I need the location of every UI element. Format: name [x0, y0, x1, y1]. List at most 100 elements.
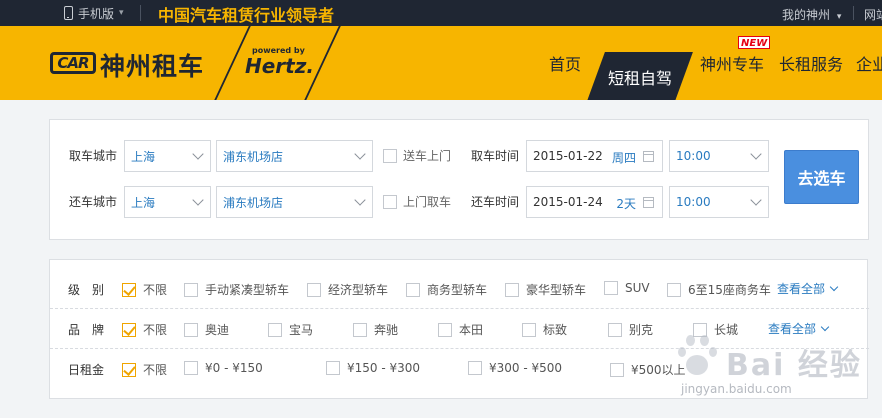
collect-label: 上门取车 — [403, 195, 452, 209]
option-label: SUV — [625, 281, 650, 295]
chevron-down-icon — [192, 148, 204, 160]
rental-duration: 2天 — [616, 197, 636, 211]
checkbox[interactable] — [122, 282, 136, 297]
pickup-time-select[interactable]: 10:00 — [669, 140, 769, 172]
brand-option[interactable]: 奔驰 — [353, 321, 398, 338]
nav-short-rental-label: 短租自驾 — [607, 68, 672, 88]
pickup-time-label: 取车时间 — [471, 149, 520, 163]
logo-name[interactable]: 神州租车 — [100, 47, 204, 83]
return-time-select[interactable]: 10:00 — [669, 186, 769, 218]
mobile-version-link[interactable]: 手机版 ▾ — [64, 4, 124, 22]
calendar-icon[interactable] — [643, 151, 654, 162]
option-label: ¥300 - ¥500 — [489, 361, 563, 375]
my-account-menu[interactable]: 我的神州 ▾ — [782, 6, 841, 23]
row-divider — [50, 308, 869, 309]
price-option[interactable]: ¥500以上 — [610, 361, 686, 378]
option-label: 不限 — [143, 363, 168, 377]
checkbox[interactable] — [184, 322, 198, 337]
checkbox[interactable] — [438, 322, 452, 337]
choose-car-button[interactable]: 去选车 — [784, 150, 859, 204]
return-city-select[interactable]: 上海 — [124, 186, 211, 218]
option-label: 豪华型轿车 — [526, 283, 587, 297]
nav-long-rental[interactable]: 长租服务 — [779, 26, 843, 100]
checkbox[interactable] — [522, 322, 536, 337]
return-date-value: 2015-01-24 — [533, 195, 603, 209]
option-label: 商务型轿车 — [427, 283, 488, 297]
hertz-logo: Hertz. — [245, 54, 314, 78]
checkbox[interactable] — [184, 282, 198, 297]
level-option[interactable]: 6至15座商务车 — [667, 281, 771, 298]
checkbox[interactable] — [122, 362, 136, 377]
price-option[interactable]: ¥150 - ¥300 — [326, 361, 420, 375]
nav-home[interactable]: 首页 — [549, 26, 581, 100]
chevron-down-icon — [829, 282, 839, 292]
pickup-date-input[interactable]: 2015-01-22 周四 — [526, 140, 663, 172]
view-all-label: 查看全部 — [777, 282, 826, 296]
pickup-city-label: 取车城市 — [69, 149, 118, 163]
checkbox[interactable] — [610, 362, 624, 377]
logo-car-mark[interactable]: CAR — [50, 52, 96, 74]
price-option[interactable]: ¥300 - ¥500 — [468, 361, 562, 375]
watermark-url: jingyan.baidu.com — [681, 382, 792, 396]
chevron-down-icon: ▾ — [836, 12, 842, 22]
pickup-date-value: 2015-01-22 — [533, 149, 603, 163]
divider — [140, 5, 141, 21]
nav-short-rental[interactable]: 短租自驾 — [587, 52, 693, 100]
chevron-down-icon — [192, 194, 204, 206]
slogan: 中国汽车租赁行业领导者 — [158, 6, 335, 25]
checkbox[interactable] — [307, 282, 321, 297]
collect-checkbox[interactable] — [383, 195, 397, 209]
option-label: 6至15座商务车 — [688, 283, 771, 297]
checkbox[interactable] — [468, 361, 482, 375]
level-option[interactable]: 不限 — [122, 281, 167, 298]
return-store-select[interactable]: 浦东机场店 — [216, 186, 373, 218]
checkbox[interactable] — [505, 282, 519, 297]
price-option[interactable]: 不限 — [122, 361, 167, 378]
checkbox[interactable] — [184, 361, 198, 375]
baidu-watermark: Bai 经验 jingyan.baidu.com — [676, 330, 882, 400]
level-filter-title: 级 别 — [68, 283, 105, 297]
level-option[interactable]: 经济型轿车 — [307, 281, 388, 298]
checkbox[interactable] — [406, 282, 420, 297]
site-link[interactable]: 网站 — [864, 6, 882, 23]
nav-enterprise[interactable]: 企业 — [856, 26, 882, 100]
checkbox[interactable] — [604, 281, 618, 295]
brand-option[interactable]: 本田 — [438, 321, 483, 338]
checkbox[interactable] — [608, 322, 622, 337]
mobile-version-label: 手机版 — [78, 6, 115, 21]
checkbox[interactable] — [326, 361, 340, 375]
checkbox[interactable] — [353, 322, 367, 337]
chevron-down-icon — [750, 194, 762, 206]
option-label: 宝马 — [289, 323, 314, 337]
my-account-label: 我的神州 — [782, 8, 831, 22]
brand-option[interactable]: 不限 — [122, 321, 167, 338]
brand-option[interactable]: 标致 — [522, 321, 567, 338]
pickup-city-select[interactable]: 上海 — [124, 140, 211, 172]
level-option[interactable]: SUV — [604, 281, 650, 295]
option-label: 标致 — [543, 323, 568, 337]
brand-option[interactable]: 别克 — [608, 321, 653, 338]
level-option[interactable]: 豪华型轿车 — [505, 281, 586, 298]
option-label: 本田 — [459, 323, 484, 337]
return-city-label: 还车城市 — [69, 195, 118, 209]
calendar-icon[interactable] — [643, 197, 654, 208]
price-option[interactable]: ¥0 - ¥150 — [184, 361, 263, 375]
delivery-checkbox[interactable] — [383, 149, 397, 163]
view-all-levels-link[interactable]: 查看全部 — [777, 280, 839, 297]
paw-icon — [676, 335, 724, 379]
return-date-input[interactable]: 2015-01-24 2天 — [526, 186, 663, 218]
option-label: 手动紧凑型轿车 — [205, 283, 290, 297]
brand-option[interactable]: 奥迪 — [184, 321, 229, 338]
level-option[interactable]: 手动紧凑型轿车 — [184, 281, 289, 298]
checkbox[interactable] — [268, 322, 282, 337]
option-label: ¥0 - ¥150 — [205, 361, 263, 375]
return-city-value: 上海 — [131, 195, 156, 210]
brand-option[interactable]: 宝马 — [268, 321, 313, 338]
checkbox[interactable] — [122, 322, 136, 337]
option-label: 不限 — [143, 323, 168, 337]
checkbox[interactable] — [667, 282, 681, 297]
pickup-store-select[interactable]: 浦东机场店 — [216, 140, 373, 172]
level-option[interactable]: 商务型轿车 — [406, 281, 487, 298]
brand-filter-title: 品 牌 — [68, 323, 105, 337]
divider — [853, 6, 854, 20]
